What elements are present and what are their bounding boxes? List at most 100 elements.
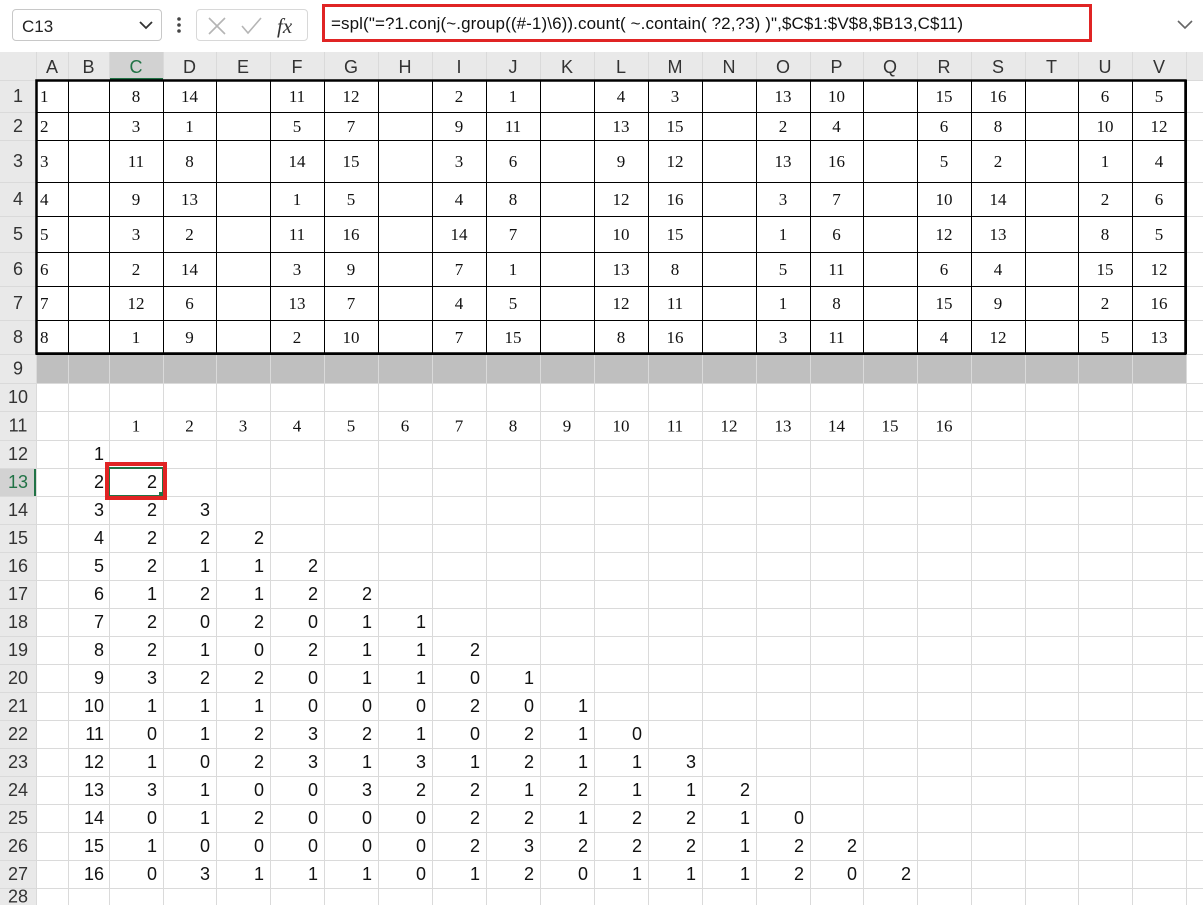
- result-cell[interactable]: 0: [308, 808, 318, 828]
- row-header-21[interactable]: 21: [8, 696, 28, 716]
- row-label-cell[interactable]: 10: [84, 696, 104, 716]
- table-cell[interactable]: 1: [293, 190, 302, 209]
- result-cell[interactable]: 0: [470, 668, 480, 688]
- row-label-cell[interactable]: 16: [84, 864, 104, 884]
- table-cell[interactable]: 13: [613, 117, 630, 136]
- row-header-10[interactable]: 10: [8, 387, 28, 407]
- result-cell[interactable]: 1: [200, 808, 210, 828]
- table-cell[interactable]: 13: [181, 190, 198, 209]
- result-cell[interactable]: 2: [200, 528, 210, 548]
- table-cell[interactable]: 11: [828, 328, 844, 347]
- table-cell[interactable]: 3: [293, 260, 302, 279]
- result-cell[interactable]: 1: [632, 752, 642, 772]
- result-cell[interactable]: 1: [578, 724, 588, 744]
- row-header-7[interactable]: 7: [13, 293, 23, 313]
- column-header-I[interactable]: I: [456, 57, 461, 77]
- result-cell[interactable]: 0: [308, 836, 318, 856]
- result-cell[interactable]: 3: [686, 752, 696, 772]
- table-cell[interactable]: 13: [613, 260, 630, 279]
- result-cell[interactable]: 0: [254, 780, 264, 800]
- header-number-cell[interactable]: 1: [132, 417, 141, 436]
- table-cell[interactable]: 15: [1097, 260, 1114, 279]
- result-cell[interactable]: 0: [794, 808, 804, 828]
- column-header-J[interactable]: J: [509, 57, 518, 77]
- result-cell[interactable]: 1: [254, 556, 264, 576]
- result-cell[interactable]: 2: [308, 584, 318, 604]
- table-cell[interactable]: 12: [1151, 117, 1168, 136]
- table-cell[interactable]: 10: [828, 87, 845, 106]
- result-cell[interactable]: 2: [470, 836, 480, 856]
- table-cell[interactable]: 2: [185, 225, 194, 244]
- table-cell[interactable]: 12: [1151, 260, 1168, 279]
- table-cell[interactable]: 6: [185, 294, 194, 313]
- result-cell[interactable]: 1: [362, 612, 372, 632]
- result-cell[interactable]: 2: [254, 724, 264, 744]
- result-cell[interactable]: 1: [740, 808, 750, 828]
- table-cell[interactable]: 15: [343, 152, 360, 171]
- table-cell[interactable]: 16: [343, 225, 360, 244]
- result-cell[interactable]: 0: [632, 724, 642, 744]
- result-cell[interactable]: 3: [147, 780, 157, 800]
- table-cell[interactable]: 13: [990, 225, 1007, 244]
- result-cell[interactable]: 0: [524, 696, 534, 716]
- table-cell[interactable]: 8: [832, 294, 841, 313]
- result-cell[interactable]: 2: [147, 640, 157, 660]
- result-cell[interactable]: 1: [362, 864, 372, 884]
- result-cell[interactable]: 1: [362, 752, 372, 772]
- result-cell[interactable]: 1: [200, 556, 210, 576]
- row-header-16[interactable]: 16: [8, 556, 28, 576]
- row-header-13[interactable]: 13: [8, 472, 28, 492]
- header-number-cell[interactable]: 8: [509, 417, 518, 436]
- result-cell[interactable]: 2: [632, 808, 642, 828]
- row-header-11[interactable]: 11: [9, 416, 28, 436]
- table-cell[interactable]: 16: [990, 87, 1007, 106]
- header-number-cell[interactable]: 16: [936, 417, 953, 436]
- result-cell[interactable]: 0: [308, 668, 318, 688]
- result-cell[interactable]: 1: [470, 864, 480, 884]
- result-cell[interactable]: 1: [578, 752, 588, 772]
- result-cell[interactable]: 2: [470, 640, 480, 660]
- row-header-8[interactable]: 8: [13, 327, 23, 347]
- table-cell[interactable]: 12: [667, 152, 684, 171]
- table-cell[interactable]: 12: [128, 294, 145, 313]
- table-cell[interactable]: 4: [455, 190, 464, 209]
- column-header-L[interactable]: L: [616, 57, 626, 77]
- table-cell[interactable]: 5: [293, 117, 302, 136]
- result-cell[interactable]: 0: [416, 696, 426, 716]
- table-cell[interactable]: 2: [994, 152, 1003, 171]
- table-cell[interactable]: 15: [936, 87, 953, 106]
- column-header-D[interactable]: D: [183, 57, 196, 77]
- row-header-9[interactable]: 9: [13, 359, 23, 379]
- table-cell[interactable]: 15: [667, 117, 684, 136]
- table-cell[interactable]: 6: [1101, 87, 1110, 106]
- result-cell[interactable]: 0: [254, 836, 264, 856]
- table-cell[interactable]: 11: [505, 117, 521, 136]
- table-cell[interactable]: 16: [667, 190, 684, 209]
- result-cell[interactable]: 2: [686, 836, 696, 856]
- result-cell[interactable]: 3: [308, 752, 318, 772]
- table-cell[interactable]: 5: [940, 152, 949, 171]
- table-cell[interactable]: 6: [1155, 190, 1164, 209]
- row-label-cell[interactable]: 9: [94, 668, 104, 688]
- result-cell[interactable]: 1: [632, 780, 642, 800]
- result-cell[interactable]: 1: [632, 864, 642, 884]
- column-header-K[interactable]: K: [561, 57, 573, 77]
- column-header-S[interactable]: S: [992, 57, 1004, 77]
- result-cell[interactable]: 2: [632, 836, 642, 856]
- row-header-22[interactable]: 22: [8, 724, 28, 744]
- column-header-O[interactable]: O: [776, 57, 790, 77]
- result-cell[interactable]: 1: [147, 696, 157, 716]
- table-cell[interactable]: 14: [990, 190, 1008, 209]
- table-cell[interactable]: 10: [613, 225, 630, 244]
- row-label-cell[interactable]: 4: [94, 528, 104, 548]
- result-cell[interactable]: 2: [416, 780, 426, 800]
- table-cell[interactable]: 9: [132, 190, 141, 209]
- table-cell[interactable]: 1: [185, 117, 194, 136]
- column-header-G[interactable]: G: [344, 57, 358, 77]
- result-cell[interactable]: 2: [254, 612, 264, 632]
- result-cell[interactable]: 1: [200, 640, 210, 660]
- table-cell[interactable]: 9: [347, 260, 356, 279]
- column-header-U[interactable]: U: [1099, 57, 1112, 77]
- column-header-N[interactable]: N: [723, 57, 736, 77]
- table-cell[interactable]: 8: [671, 260, 680, 279]
